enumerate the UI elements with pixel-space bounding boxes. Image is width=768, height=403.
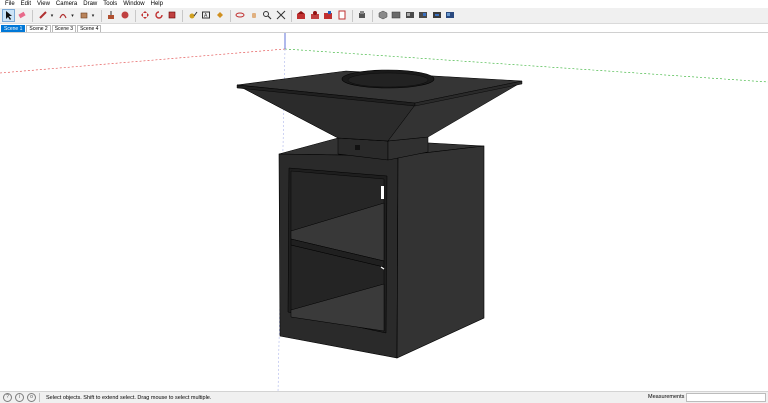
credits-icon[interactable]: i bbox=[15, 393, 24, 402]
text-tool[interactable]: A bbox=[200, 9, 213, 22]
push-pull-tool[interactable] bbox=[105, 9, 118, 22]
paint-bucket-tool[interactable] bbox=[213, 9, 226, 22]
bowl-opening-inner bbox=[347, 72, 429, 88]
toolbar: ▾ ▾ ▾ A bbox=[0, 8, 768, 24]
right-view-icon bbox=[418, 10, 428, 22]
model-viewport[interactable] bbox=[0, 32, 768, 392]
left-view-icon bbox=[445, 10, 455, 22]
red-axis bbox=[0, 48, 286, 74]
pan-tool[interactable] bbox=[247, 9, 260, 22]
toolbar-separator bbox=[182, 9, 183, 22]
top-view-icon bbox=[391, 10, 401, 22]
follow-me-tool[interactable] bbox=[118, 9, 131, 22]
chevron-down-icon[interactable]: ▾ bbox=[70, 9, 75, 22]
line-tool[interactable] bbox=[36, 9, 49, 22]
move-arrows-icon bbox=[140, 10, 150, 22]
iso-view-tool[interactable] bbox=[376, 9, 389, 22]
front-view-icon bbox=[405, 10, 415, 22]
iso-view-icon bbox=[378, 10, 388, 22]
pencil-icon bbox=[38, 10, 48, 22]
tape-measure-tool[interactable] bbox=[186, 9, 199, 22]
rectangle-tool[interactable] bbox=[77, 9, 90, 22]
user-icon[interactable]: o bbox=[27, 393, 36, 402]
chevron-down-icon[interactable]: ▾ bbox=[50, 9, 55, 22]
orbit-icon bbox=[235, 10, 245, 22]
status-bar: ? i o Select objects. Shift to extend se… bbox=[0, 391, 768, 403]
menu-view[interactable]: View bbox=[34, 0, 53, 8]
shelf-gap-highlight bbox=[381, 186, 384, 199]
scene-tab-4[interactable]: Scene 4 bbox=[77, 25, 102, 32]
menu-camera[interactable]: Camera bbox=[53, 0, 80, 8]
layout-icon bbox=[337, 10, 347, 22]
layout-tool[interactable] bbox=[335, 9, 348, 22]
warehouse-icon bbox=[296, 10, 306, 22]
rotate-icon bbox=[154, 10, 164, 22]
measurements-label: Measurements bbox=[648, 394, 685, 400]
menu-bar: File Edit View Camera Draw Tools Window Help bbox=[0, 0, 768, 8]
extension-warehouse-icon bbox=[323, 10, 333, 22]
zoom-tool[interactable] bbox=[261, 9, 274, 22]
components-icon bbox=[357, 10, 367, 22]
zoom-extents-icon bbox=[276, 10, 286, 22]
scale-icon bbox=[167, 10, 177, 22]
tape-measure-icon bbox=[188, 10, 198, 22]
eraser-icon bbox=[17, 10, 27, 22]
back-view-tool[interactable] bbox=[430, 9, 443, 22]
scene-tab-1[interactable]: Scene 1 bbox=[1, 25, 26, 32]
cabinet-body[interactable] bbox=[278, 137, 485, 359]
toolbar-separator bbox=[229, 9, 231, 22]
scene-tabs: Scene 1 Scene 2 Scene 3 Scene 4 bbox=[0, 24, 768, 32]
toolbar-separator bbox=[32, 9, 33, 22]
menu-edit[interactable]: Edit bbox=[18, 0, 34, 8]
share-model-tool[interactable] bbox=[308, 9, 321, 22]
hand-icon bbox=[249, 10, 259, 22]
components-tool[interactable] bbox=[356, 9, 369, 22]
geolocation-icon[interactable]: ? bbox=[3, 393, 12, 402]
zoom-extents-tool[interactable] bbox=[274, 9, 287, 22]
measurements-input[interactable] bbox=[686, 393, 766, 402]
chevron-down-icon[interactable]: ▾ bbox=[91, 9, 96, 22]
follow-me-icon bbox=[120, 10, 130, 22]
menu-draw[interactable]: Draw bbox=[80, 0, 100, 8]
eraser-tool[interactable] bbox=[16, 9, 29, 22]
scale-tool[interactable] bbox=[166, 9, 179, 22]
back-view-icon bbox=[432, 10, 442, 22]
paint-bucket-icon bbox=[215, 10, 225, 22]
move-tool[interactable] bbox=[139, 9, 152, 22]
rotate-tool[interactable] bbox=[152, 9, 165, 22]
arrow-cursor-icon bbox=[4, 10, 14, 22]
menu-help[interactable]: Help bbox=[148, 0, 166, 8]
model-canvas[interactable] bbox=[0, 33, 768, 392]
toolbar-separator bbox=[134, 9, 136, 22]
top-view-tool[interactable] bbox=[390, 9, 403, 22]
toolbar-separator bbox=[100, 9, 102, 22]
toolbar-separator bbox=[372, 9, 373, 22]
neck-notch bbox=[355, 145, 360, 150]
push-pull-icon bbox=[106, 10, 116, 22]
text-icon: A bbox=[201, 10, 211, 22]
warehouse-tool[interactable] bbox=[295, 9, 308, 22]
arc-tool[interactable] bbox=[57, 9, 70, 22]
right-view-tool[interactable] bbox=[417, 9, 430, 22]
toolbar-separator bbox=[351, 9, 353, 22]
scene-tab-2[interactable]: Scene 2 bbox=[26, 25, 51, 32]
toolbar-separator bbox=[290, 9, 292, 22]
magnifier-icon bbox=[262, 10, 272, 22]
left-view-tool[interactable] bbox=[444, 9, 457, 22]
share-model-icon bbox=[310, 10, 320, 22]
status-message: Select objects. Shift to extend select. … bbox=[46, 394, 212, 401]
scene-tab-3[interactable]: Scene 3 bbox=[51, 25, 77, 32]
status-divider bbox=[39, 393, 40, 402]
menu-tools[interactable]: Tools bbox=[100, 0, 120, 8]
select-tool[interactable] bbox=[2, 9, 15, 22]
menu-file[interactable]: File bbox=[2, 0, 18, 8]
rectangle-icon bbox=[79, 10, 89, 22]
cabinet-side bbox=[396, 145, 485, 359]
arc-icon bbox=[58, 10, 68, 22]
front-view-tool[interactable] bbox=[403, 9, 416, 22]
menu-window[interactable]: Window bbox=[120, 0, 147, 8]
extension-warehouse-tool[interactable] bbox=[322, 9, 335, 22]
orbit-tool[interactable] bbox=[234, 9, 247, 22]
